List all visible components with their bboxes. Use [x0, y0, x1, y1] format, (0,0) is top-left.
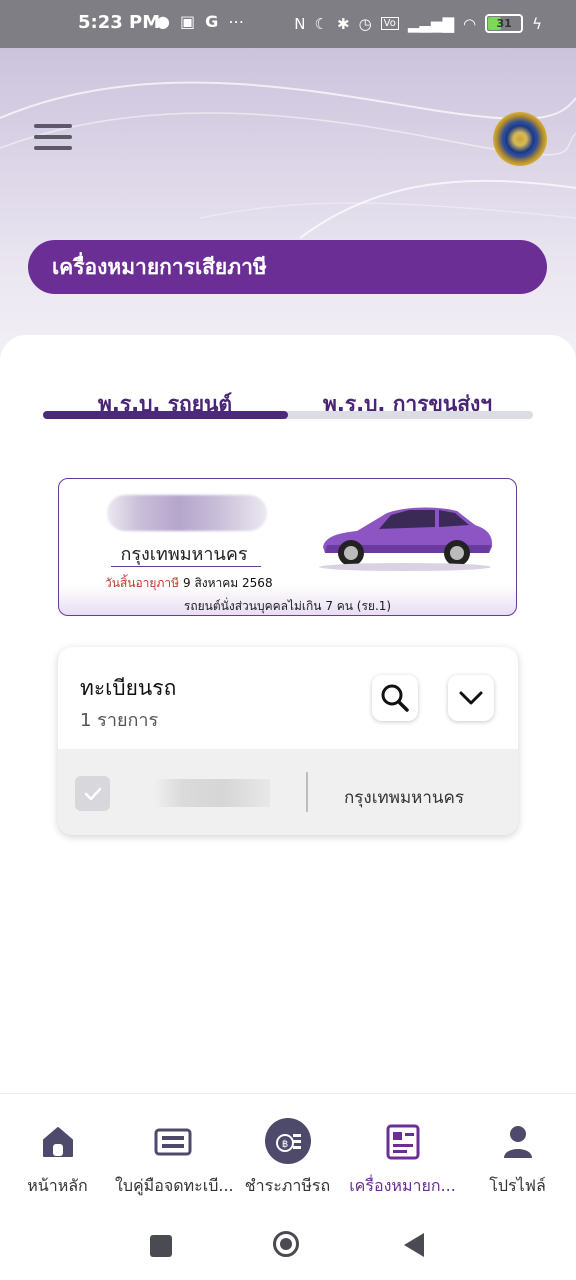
vehicle-book-icon	[154, 1128, 191, 1156]
nav-item-home[interactable]: หน้าหลัก	[0, 1094, 115, 1204]
home-button[interactable]	[273, 1231, 299, 1257]
plate-number-redacted	[107, 495, 267, 531]
status-bar: 5:23 PM ● ▣ G ⋯ N ☾ ✱ ◷ Vo ▂▃▅▇ ◠ 31 ϟ	[0, 0, 576, 48]
government-emblem	[493, 112, 547, 166]
row-divider	[306, 772, 308, 812]
vehicle-type: รถยนต์นั่งส่วนบุคคลไม่เกิน 7 คน (รย.1)	[183, 599, 392, 613]
nav-item-vehicle-book[interactable]: ใบคู่มือจดทะเบี...	[115, 1094, 234, 1204]
status-left-icons: ● ▣ G ⋯	[156, 12, 244, 31]
nav-label-tax-sticker: เครื่องหมายก...	[349, 1176, 456, 1195]
nav-item-tax-sticker[interactable]: เครื่องหมายก...	[345, 1094, 460, 1204]
check-icon	[84, 787, 101, 800]
bottom-navigation: หน้าหลัก ใบคู่มือจดทะเบี... ฿ ชำระภาษีรถ	[0, 1093, 576, 1214]
charging-icon: ϟ	[532, 14, 542, 33]
wifi-icon: ◠	[463, 14, 477, 33]
nav-item-tax-payment[interactable]: ฿ ชำระภาษีรถ	[230, 1094, 345, 1204]
expiry-date: 9 สิงหาคม 2568	[183, 576, 273, 590]
search-icon	[381, 684, 409, 712]
alarm-icon: ◷	[358, 14, 372, 33]
more-icon: ⋯	[228, 12, 245, 31]
nav-label-vehicle-book: ใบคู่มือจดทะเบี...	[115, 1176, 234, 1195]
nfc-icon: N	[294, 14, 306, 33]
chevron-down-icon	[459, 691, 483, 705]
recent-apps-button[interactable]	[150, 1235, 172, 1257]
nav-item-profile[interactable]: โปรไฟล์	[460, 1094, 575, 1204]
expiry-label: วันสิ้นอายุภาษี	[105, 576, 180, 590]
svg-text:฿: ฿	[281, 1139, 287, 1150]
status-time: 5:23 PM	[78, 12, 161, 33]
nav-label-home: หน้าหลัก	[27, 1176, 88, 1195]
nav-label-profile: โปรไฟล์	[489, 1176, 546, 1195]
row-plate-redacted	[154, 779, 270, 807]
moon-icon: ☾	[314, 14, 328, 33]
registration-count: 1 รายการ	[80, 710, 159, 731]
registration-card: ทะเบียนรถ 1 รายการ กรุงเทพมหานคร	[58, 647, 518, 835]
page-title: เครื่องหมายการเสียภาษี	[28, 240, 547, 294]
back-button[interactable]	[404, 1233, 424, 1257]
google-icon: G	[205, 12, 219, 31]
battery-icon: 31	[485, 14, 524, 33]
profile-icon	[503, 1126, 532, 1158]
registration-row[interactable]: กรุงเทพมหานคร	[58, 749, 518, 835]
expand-button[interactable]	[448, 675, 494, 721]
header-background	[0, 48, 576, 358]
bluetooth-icon: ✱	[336, 14, 350, 33]
row-province: กรุงเทพมหานคร	[344, 788, 465, 808]
tax-sticker-card[interactable]: กรุงเทพมหานคร วันสิ้นอายุภาษี 9 สิงหาคม …	[58, 478, 517, 616]
volte-icon: Vo	[380, 17, 399, 30]
car-image	[319, 507, 493, 571]
shopping-bag-icon: ▣	[179, 12, 196, 31]
plate-underline	[111, 566, 261, 567]
status-right-icons: N ☾ ✱ ◷ Vo ▂▃▅▇ ◠ 31 ϟ	[294, 14, 542, 33]
plate-province: กรุงเทพมหานคร	[120, 544, 248, 565]
tab-active-indicator	[43, 411, 288, 419]
system-navigation	[0, 1213, 576, 1280]
search-button[interactable]	[372, 675, 418, 721]
signal-icon: ▂▃▅▇	[407, 14, 454, 33]
row-checkbox[interactable]	[75, 776, 110, 811]
chat-icon: ●	[156, 12, 170, 31]
hamburger-menu-button[interactable]	[34, 124, 72, 150]
tax-sticker-icon	[386, 1124, 419, 1160]
tax-payment-icon: ฿	[264, 1118, 311, 1164]
nav-label-tax-payment: ชำระภาษีรถ	[244, 1176, 331, 1195]
home-icon	[42, 1127, 73, 1157]
registration-title: ทะเบียนรถ	[80, 676, 177, 700]
